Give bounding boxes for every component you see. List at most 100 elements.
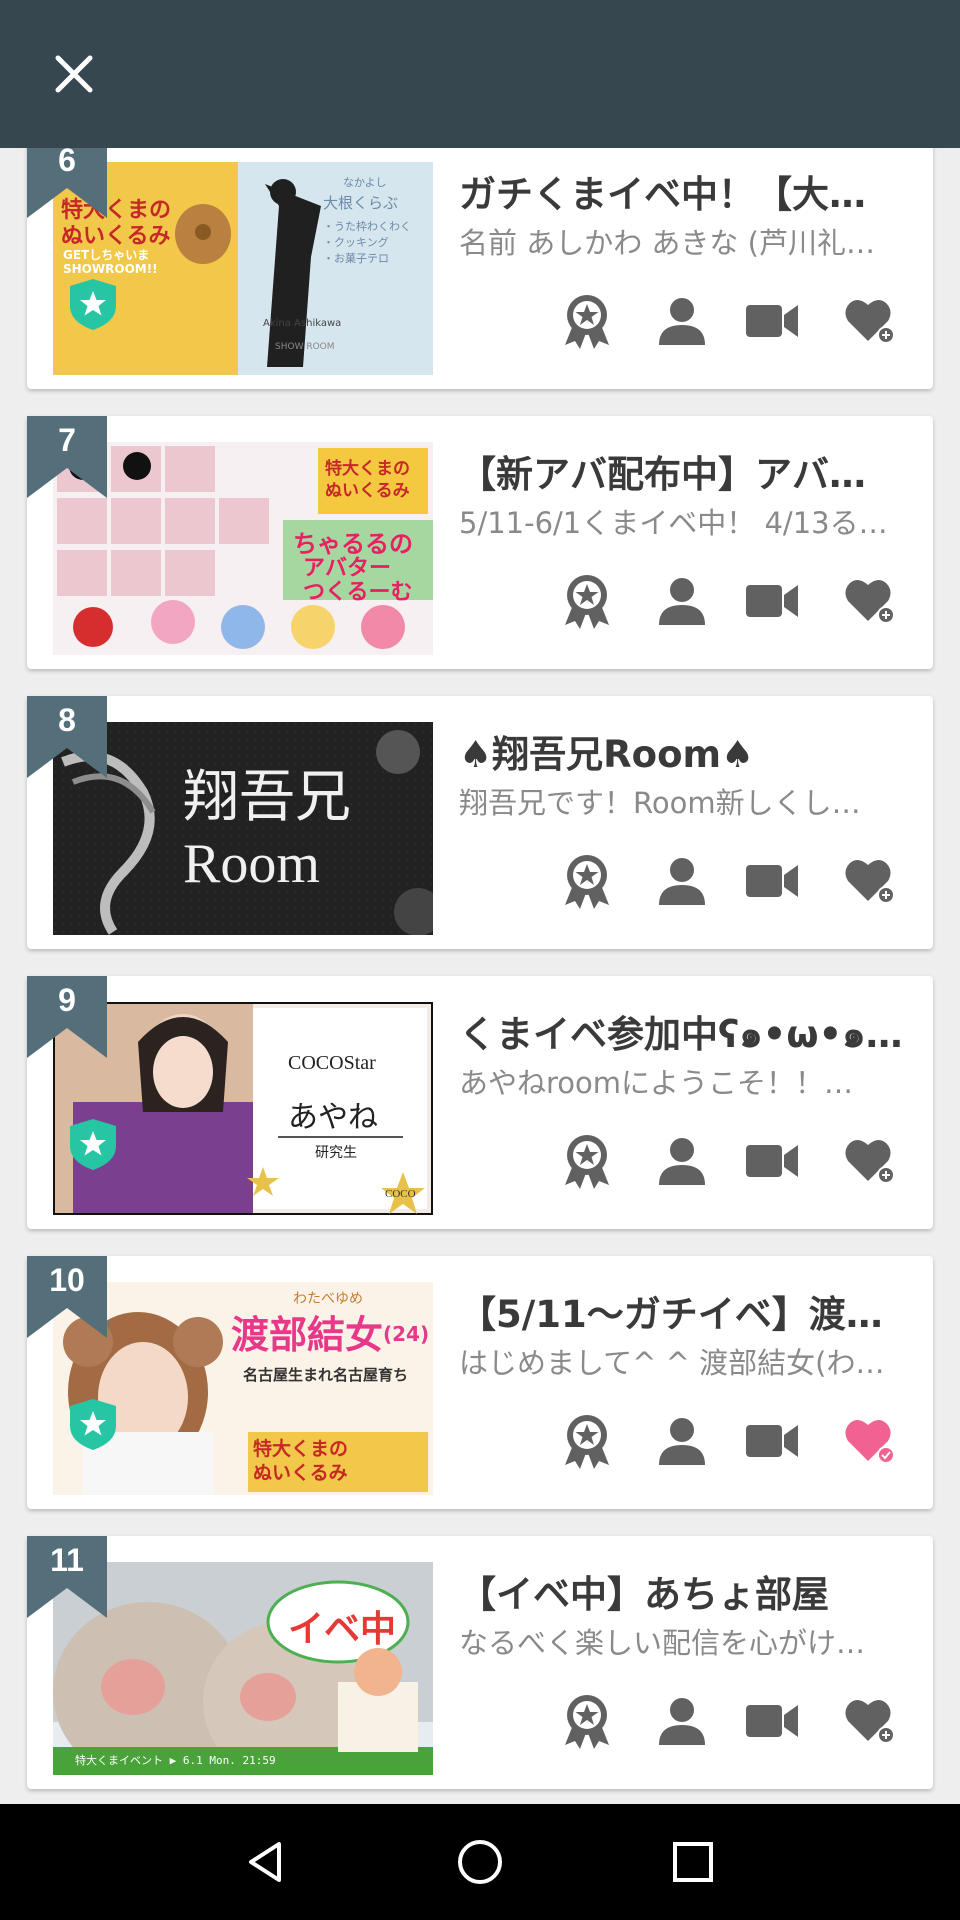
recents-button[interactable] (663, 1832, 723, 1892)
thumbnail-text: つくるーむ (303, 580, 413, 605)
video-camera-icon (746, 585, 798, 617)
profile-button[interactable] (652, 1409, 712, 1473)
room-card[interactable]: 翔吾兄 Room 8 ♠翔吾兄Room♠ 翔吾兄です！Room新しくし… (27, 696, 933, 949)
room-title[interactable]: ♠翔吾兄Room♠ (459, 724, 905, 778)
follow-button[interactable] (840, 289, 900, 353)
room-subtitle: あやねroomにようこそ！！… (459, 1066, 854, 1100)
close-icon (55, 55, 93, 93)
room-thumbnail[interactable]: 特大くまの ぬいくるみ GETしちゃいま SHOWROOM!! なかよし 大根くらぶ ・うた… (53, 162, 433, 375)
thumbnail-text: SHOWROOM!! (63, 262, 158, 276)
medal-icon (565, 1135, 609, 1189)
profile-button[interactable] (652, 569, 712, 633)
watch-video-button[interactable] (742, 569, 802, 633)
profile-button[interactable] (652, 1689, 712, 1753)
medal-icon (565, 855, 609, 909)
follow-button[interactable] (840, 1129, 900, 1193)
room-actions (557, 1409, 927, 1473)
watch-video-button[interactable] (742, 849, 802, 913)
video-camera-icon (746, 1145, 798, 1177)
room-actions (557, 849, 927, 913)
person-icon (659, 1418, 705, 1465)
thumbnail-text: 大根くらぶ (323, 194, 399, 212)
medal-button[interactable] (557, 1689, 617, 1753)
heart-checked-icon (845, 1419, 895, 1464)
person-icon (659, 858, 705, 905)
medal-button[interactable] (557, 1129, 617, 1193)
room-title[interactable]: 【新アバ配布中】アバ… (459, 444, 905, 498)
person-icon (659, 298, 705, 345)
heart-add-icon (845, 859, 895, 904)
home-button[interactable] (450, 1832, 510, 1892)
close-button[interactable] (38, 38, 110, 110)
thumbnail-text: 名古屋生まれ名古屋育ち (243, 1366, 409, 1384)
video-camera-icon (746, 865, 798, 897)
room-card[interactable]: COCOStar あやね 研究生 COCO 9 くまイベ参加中ʕ๑•ω•๑… あやねroo… (27, 976, 933, 1229)
rank-number: 7 (58, 422, 76, 458)
video-camera-icon (746, 305, 798, 337)
thumbnail-text: ・クッキング (323, 236, 389, 249)
room-subtitle: なるべく楽しい配信を心がけ… (459, 1626, 866, 1660)
medal-icon (565, 295, 609, 349)
watch-video-button[interactable] (742, 1689, 802, 1753)
room-title[interactable]: くまイベ参加中ʕ๑•ω•๑… (459, 1004, 905, 1064)
room-card[interactable]: わたべゆめ 渡部結女 (24) 名古屋生まれ名古屋育ち 特大くまの ぬいくるみ 10 【5/… (27, 1256, 933, 1509)
thumbnail-text: ・うた枠わくわく (323, 220, 411, 233)
medal-button[interactable] (557, 849, 617, 913)
thumbnail-text: ・お菓子テロ (323, 252, 389, 265)
thumbnail-text: ぬいくるみ (325, 481, 410, 501)
profile-button[interactable] (652, 1129, 712, 1193)
room-subtitle: 5/11-6/1くまイベ中！ 4/13る… (459, 506, 888, 540)
thumbnail-overlay: 特大くまの ぬいくるみ GETしちゃいま SHOWROOM!! なかよし 大根くらぶ ・うた… (53, 162, 433, 375)
system-navigation-bar (0, 1804, 960, 1920)
room-title[interactable]: 【5/11〜ガチイベ】渡… (459, 1284, 905, 1338)
room-thumbnail[interactable]: COCOStar あやね 研究生 COCO (53, 1002, 433, 1215)
rank-number: 10 (49, 1262, 85, 1298)
room-thumbnail[interactable]: わたべゆめ 渡部結女 (24) 名古屋生まれ名古屋育ち 特大くまの ぬいくるみ (53, 1282, 433, 1495)
thumbnail-text: あやね (288, 1100, 378, 1135)
room-list[interactable]: 特大くまの ぬいくるみ GETしちゃいま SHOWROOM!! なかよし 大根くらぶ ・うた… (0, 148, 960, 1804)
thumbnail-text: 研究生 (315, 1145, 357, 1161)
top-app-bar (0, 0, 960, 148)
back-button[interactable] (237, 1832, 297, 1892)
follow-button[interactable] (840, 1409, 900, 1473)
thumbnail-overlay: イベ中 特大くまイベント ▶ 6.1 Mon. 21:59 (53, 1562, 433, 1775)
profile-button[interactable] (652, 849, 712, 913)
thumbnail-text: Room (183, 833, 320, 895)
room-title[interactable]: ガチくまイベ中！【大… (459, 164, 905, 218)
medal-button[interactable] (557, 569, 617, 633)
thumbnail-text: 渡部結女 (231, 1313, 384, 1357)
watch-video-button[interactable] (742, 289, 802, 353)
room-actions (557, 289, 927, 353)
back-triangle-icon (249, 1842, 281, 1882)
follow-button[interactable] (840, 1689, 900, 1753)
room-subtitle: 翔吾兄です！Room新しくし… (459, 786, 861, 820)
follow-button[interactable] (840, 569, 900, 633)
watch-video-button[interactable] (742, 1409, 802, 1473)
room-title[interactable]: 【イベ中】あちょ部屋 (459, 1564, 905, 1618)
medal-button[interactable] (557, 289, 617, 353)
room-thumbnail[interactable]: 翔吾兄 Room (53, 722, 433, 935)
medal-icon (565, 1415, 609, 1469)
watch-video-button[interactable] (742, 1129, 802, 1193)
video-camera-icon (746, 1425, 798, 1457)
room-actions (557, 1129, 927, 1193)
profile-button[interactable] (652, 289, 712, 353)
thumbnail-text: COCO (385, 1188, 416, 1200)
thumbnail-text: 特大くまイベント ▶ 6.1 Mon. 21:59 (75, 1754, 276, 1767)
room-card[interactable]: 特大くまの ぬいくるみ ちゃるるの アバター つくるーむ 7 【新アバ配布中】アバ… 5/11… (27, 416, 933, 669)
thumbnail-text: GETしちゃいま (63, 248, 150, 262)
room-thumbnail[interactable]: 特大くまの ぬいくるみ ちゃるるの アバター つくるーむ (53, 442, 433, 655)
person-icon (659, 578, 705, 625)
official-star-shield-icon (70, 1119, 116, 1170)
room-card[interactable]: イベ中 特大くまイベント ▶ 6.1 Mon. 21:59 11 【イベ中】あちょ部屋… (27, 1536, 933, 1789)
follow-button[interactable] (840, 849, 900, 913)
video-camera-icon (746, 1705, 798, 1737)
official-star-shield-icon (70, 1399, 116, 1450)
medal-icon (565, 575, 609, 629)
person-icon (659, 1138, 705, 1185)
room-thumbnail[interactable]: イベ中 特大くまイベント ▶ 6.1 Mon. 21:59 (53, 1562, 433, 1775)
room-card[interactable]: 特大くまの ぬいくるみ GETしちゃいま SHOWROOM!! なかよし 大根くらぶ ・うた… (27, 148, 933, 389)
medal-button[interactable] (557, 1409, 617, 1473)
thumbnail-text: なかよし (343, 176, 387, 189)
room-actions (557, 569, 927, 633)
